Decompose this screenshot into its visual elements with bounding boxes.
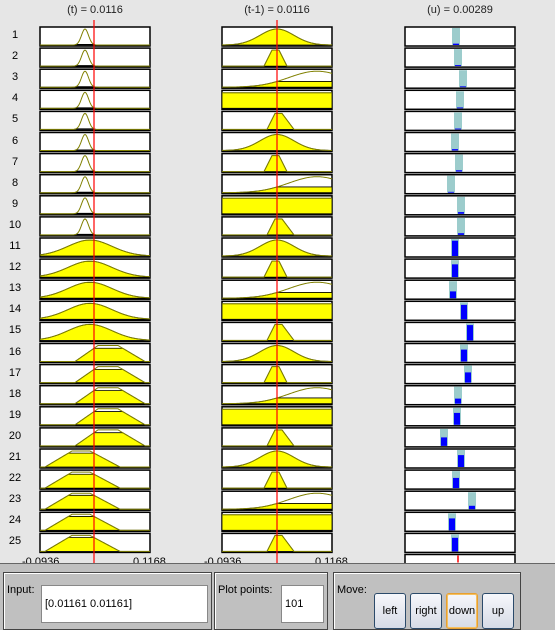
firing-strength-fill <box>465 372 471 383</box>
firing-strength-fill <box>455 128 461 130</box>
firing-strength-fill <box>456 170 462 172</box>
output-bar <box>447 175 455 193</box>
firing-strength-fill <box>461 304 467 320</box>
output-bar <box>454 112 462 130</box>
firing-strength-fill <box>461 349 467 362</box>
firing-strength-fill <box>458 212 464 214</box>
output-plot <box>404 279 516 300</box>
input-mf-plot <box>39 26 151 47</box>
output-plot <box>404 258 516 279</box>
control-bar: Input: [0.01161 0.01161] Plot points: 10… <box>0 563 555 630</box>
input-mf-plot <box>39 68 151 89</box>
input-field[interactable]: [0.01161 0.01161] <box>41 585 208 623</box>
output-plot <box>404 490 516 511</box>
output-bar <box>454 49 462 67</box>
move-panel: Move: left right down up <box>333 572 521 630</box>
firing-strength-fill <box>441 437 447 446</box>
firing-strength-fill <box>455 398 461 404</box>
output-bar <box>457 217 465 235</box>
input-mf-plot <box>39 131 151 153</box>
output-bar <box>452 28 460 45</box>
move-label: Move: <box>337 584 367 596</box>
move-right-button[interactable]: right <box>410 593 442 629</box>
output-plot <box>404 363 516 385</box>
rule-plots <box>39 20 516 563</box>
input-mf-plot <box>39 47 151 68</box>
firing-strength-fill <box>458 455 464 467</box>
firing-strength-fill <box>457 107 463 109</box>
firing-strength-fill <box>452 149 458 151</box>
output-bar <box>455 154 463 172</box>
output-plot <box>404 173 516 195</box>
firing-strength-fill <box>452 240 458 256</box>
firing-strength-fill <box>469 505 475 510</box>
output-plot <box>404 237 516 258</box>
output-plot <box>404 321 516 343</box>
firing-strength-fill <box>452 264 458 278</box>
output-bar <box>459 70 467 88</box>
output-plot <box>404 427 516 448</box>
firing-strength-fill <box>453 477 459 489</box>
input-mf-plot <box>39 152 151 174</box>
output-plot <box>404 532 516 554</box>
input-label: Input: <box>7 584 35 596</box>
input-panel: Input: [0.01161 0.01161] <box>3 572 212 630</box>
move-down-button[interactable]: down <box>446 593 478 629</box>
firing-strength-fill <box>454 412 460 425</box>
input-mf-plot <box>39 195 151 216</box>
plot-points-panel: Plot points: 101 <box>214 572 328 630</box>
input-mf-plot <box>39 110 151 132</box>
firing-strength-fill <box>449 518 455 531</box>
output-bar <box>451 133 459 151</box>
firing-strength-fill <box>460 86 466 88</box>
firing-strength-fill <box>450 291 456 299</box>
firing-strength-fill <box>448 191 454 193</box>
output-bar <box>456 91 464 109</box>
input-mf-plot <box>39 173 151 195</box>
output-bar <box>457 196 465 214</box>
input-mf-plot <box>39 89 151 111</box>
firing-strength-fill <box>458 233 464 235</box>
move-up-button[interactable]: up <box>482 593 514 629</box>
move-left-button[interactable]: left <box>374 593 406 629</box>
firing-strength-fill <box>455 65 461 67</box>
plot-points-field[interactable]: 101 <box>281 585 324 623</box>
output-plot <box>404 131 516 153</box>
firing-strength-fill <box>452 537 458 552</box>
firing-strength-fill <box>453 43 459 45</box>
output-plot <box>404 511 516 533</box>
firing-strength-fill <box>467 325 473 341</box>
aggregate-output-plot <box>404 553 516 563</box>
plot-points-label: Plot points: <box>218 584 273 596</box>
input-mf-plot <box>39 216 151 237</box>
